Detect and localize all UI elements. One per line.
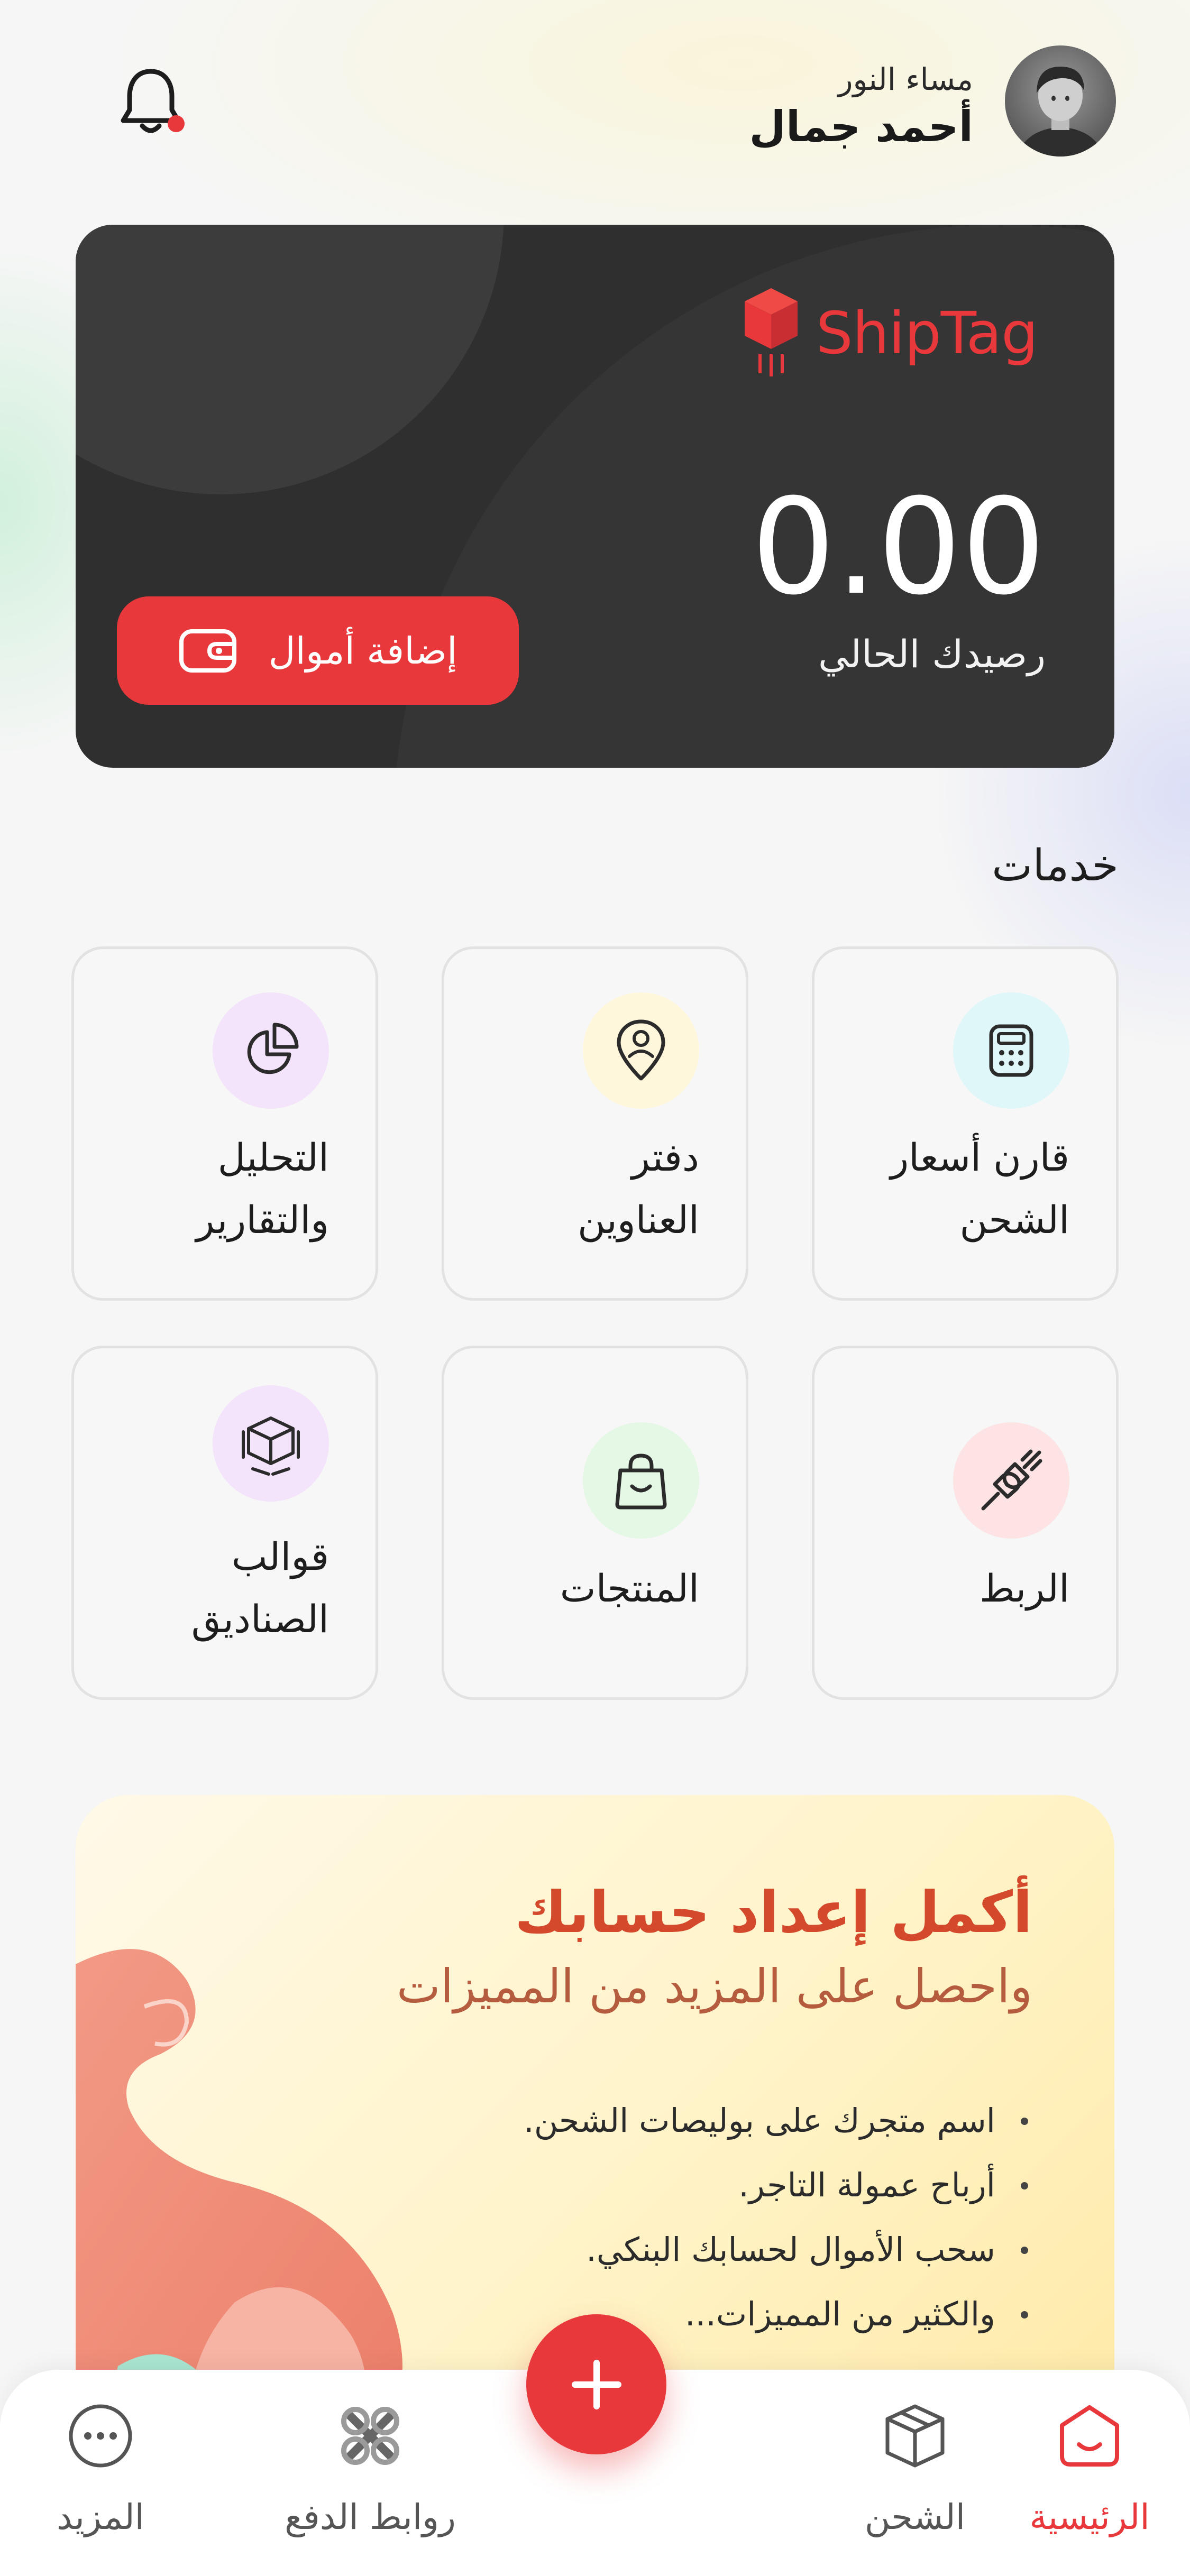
pie-chart-icon	[213, 992, 329, 1109]
list-item: سحب الأموال لحسابك البنكي.	[524, 2218, 1032, 2282]
plug-icon	[953, 1422, 1069, 1539]
balance-card: ShipTag 0.00 رصيدك الحالي إضافة أموال	[76, 225, 1114, 768]
service-label: قارن أسعار الشحن	[890, 1135, 1069, 1242]
calculator-icon	[953, 992, 1069, 1109]
nav-label: الرئيسية	[1029, 2497, 1150, 2537]
home-icon	[1050, 2396, 1129, 2476]
service-label: المنتجات	[560, 1566, 699, 1611]
service-label: الربط	[979, 1566, 1069, 1611]
box-dimensions-icon	[213, 1385, 329, 1502]
service-analytics-reports[interactable]: التحليل والتقارير	[71, 946, 378, 1301]
user-name: أحمد جمال	[749, 102, 973, 151]
nav-home[interactable]: الرئيسية	[994, 2396, 1185, 2555]
service-label: دفتر العناوين	[578, 1135, 699, 1242]
service-label: قوالب الصناديق	[191, 1534, 329, 1641]
plus-icon	[571, 2359, 621, 2409]
service-address-book[interactable]: دفتر العناوين	[442, 946, 748, 1301]
notifications-button[interactable]	[114, 63, 188, 143]
add-funds-button[interactable]: إضافة أموال	[117, 596, 519, 705]
wallet-icon	[179, 629, 236, 673]
banner-subtitle: واحصل على المزيد من المميزات	[396, 1959, 1032, 2013]
location-pin-icon	[583, 992, 699, 1109]
add-funds-label: إضافة أموال	[268, 629, 457, 673]
shiptag-cube-icon	[744, 288, 798, 376]
nav-more[interactable]: المزيد	[5, 2396, 196, 2555]
more-icon	[61, 2396, 140, 2476]
service-label: التحليل والتقارير	[196, 1135, 329, 1242]
greeting-text: مساء النور	[838, 61, 973, 97]
service-box-templates[interactable]: قوالب الصناديق	[71, 1346, 378, 1700]
greeting-block: مساء النور أحمد جمال	[749, 58, 973, 153]
home-screen: مساء النور أحمد جمال ShipTag 0.00 رصيدك …	[0, 0, 1190, 2576]
payment-links-icon	[331, 2396, 410, 2476]
service-compare-rates[interactable]: قارن أسعار الشحن	[812, 946, 1119, 1301]
list-item: اسم متجرك على بوليصات الشحن.	[524, 2089, 1032, 2153]
balance-label: رصيدك الحالي	[818, 632, 1046, 676]
nav-shipping[interactable]: الشحن	[820, 2396, 1010, 2555]
bell-icon	[121, 69, 185, 133]
services-title: خدمات	[992, 841, 1119, 891]
avatar[interactable]	[1005, 45, 1116, 157]
service-integrations[interactable]: الربط	[812, 1346, 1119, 1700]
balance-amount: 0.00	[751, 470, 1046, 624]
brand-name: ShipTag	[816, 299, 1038, 367]
nav-label: روابط الدفع	[285, 2497, 456, 2537]
decorative-ribbon	[76, 1949, 402, 2430]
nav-payment-links[interactable]: روابط الدفع	[275, 2396, 465, 2555]
list-item: أرباح عمولة التاجر.	[524, 2153, 1032, 2218]
banner-feature-list: اسم متجرك على بوليصات الشحن. أرباح عمولة…	[524, 2089, 1032, 2347]
banner-title: أكمل إعداد حسابك	[515, 1880, 1032, 1946]
notification-badge	[168, 115, 185, 132]
service-products[interactable]: المنتجات	[442, 1346, 748, 1700]
nav-label: المزيد	[56, 2497, 145, 2537]
avatar-figure-icon	[1018, 67, 1103, 157]
brand-logo: ShipTag	[739, 286, 1038, 381]
create-shipment-fab[interactable]	[526, 2314, 666, 2454]
nav-label: الشحن	[864, 2497, 966, 2537]
package-icon	[875, 2396, 955, 2476]
shopping-bag-icon	[583, 1422, 699, 1539]
